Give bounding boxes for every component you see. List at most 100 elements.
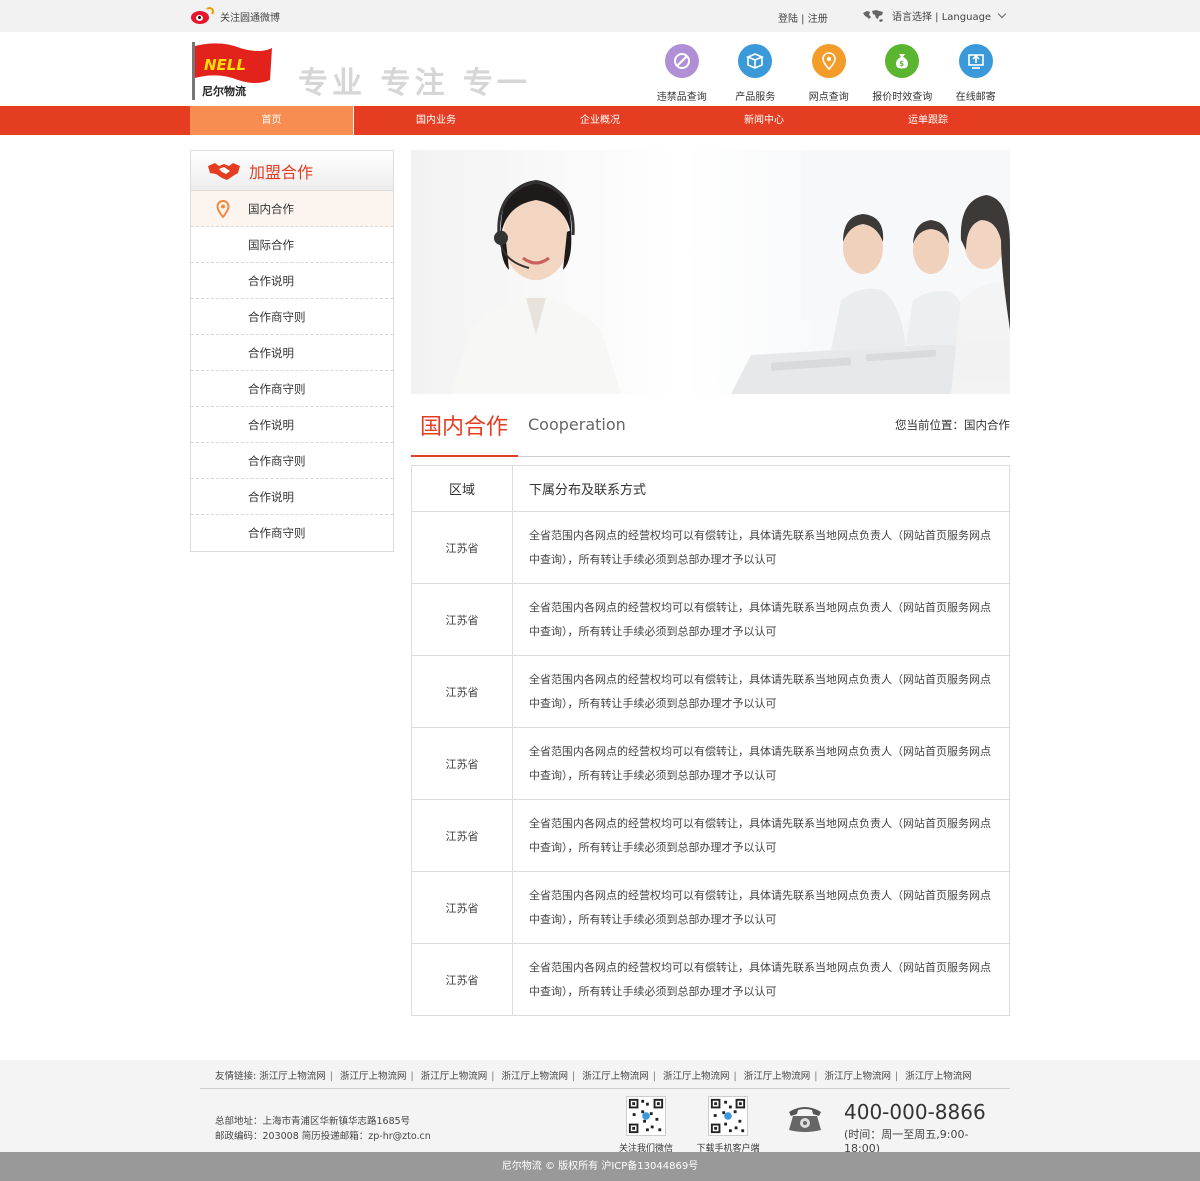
sidebar-item-label: 合作说明 [248, 417, 294, 432]
quick-link-online-mail[interactable]: 在线邮寄 [939, 44, 1013, 103]
table-header-row: 区域 下属分布及联系方式 [411, 465, 1010, 512]
friend-link[interactable]: 浙江厅上物流网 [582, 1071, 649, 1082]
sidebar-item-notes[interactable]: 合作说明 [191, 407, 393, 443]
friend-link[interactable]: 浙江厅上物流网 [744, 1071, 811, 1082]
sidebar-item-label: 合作商守则 [248, 526, 306, 540]
table-cell-desc: 全省范围内各网点的经营权均可以有偿转让，具体请先联系当地网点负责人（网站首页服务… [512, 583, 1010, 656]
table-cell-region: 江苏省 [411, 583, 513, 656]
friend-link[interactable]: 浙江厅上物流网 [421, 1071, 488, 1082]
sidebar-item-label: 国际合作 [248, 237, 294, 252]
sidebar-title: 加盟合作 [249, 162, 314, 182]
table-cell-region: 江苏省 [411, 799, 513, 872]
quick-link-prohibited[interactable]: 违禁品查询 [645, 44, 719, 103]
table-cell-desc: 全省范围内各网点的经营权均可以有偿转让，具体请先联系当地网点负责人（网站首页服务… [512, 655, 1010, 728]
table-row: 江苏省 全省范围内各网点的经营权均可以有偿转让，具体请先联系当地网点负责人（网站… [411, 799, 1010, 872]
prohibited-icon [673, 53, 690, 69]
table-cell-desc: 全省范围内各网点的经营权均可以有偿转让，具体请先联系当地网点负责人（网站首页服务… [512, 511, 1010, 584]
table-cell-region: 江苏省 [411, 943, 513, 1016]
nav-tab-domestic[interactable]: 国内业务 [354, 106, 518, 135]
login-register-link[interactable]: 登陆 | 注册 [778, 10, 828, 25]
sidebar-item-rules[interactable]: 合作商守则 [191, 299, 393, 335]
quick-link-circle [811, 44, 846, 78]
sidebar-item-label: 合作商守则 [248, 453, 306, 468]
quick-link-quote[interactable]: $ 报价时效查询 [866, 44, 940, 103]
friend-link[interactable]: 浙江厅上物流网 [824, 1071, 891, 1082]
nell-logo[interactable]: NELL 尼尔物流 [190, 40, 274, 102]
table-row: 江苏省 全省范围内各网点的经营权均可以有偿转让，具体请先联系当地网点负责人（网站… [411, 511, 1010, 584]
weibo-follow-link[interactable]: 关注圆通微博 [190, 7, 280, 25]
table-cell-desc: 全省范围内各网点的经营权均可以有偿转让，具体请先联系当地网点负责人（网站首页服务… [512, 799, 1010, 872]
nav-tab-home[interactable]: 首页 [190, 106, 354, 135]
quick-link-circle [738, 44, 773, 78]
title-underline [411, 455, 518, 457]
section-title-en: Cooperation [528, 415, 626, 434]
top-bar: 关注圆通微博 登陆 | 注册 语言选择 | Language [0, 0, 1200, 32]
logo-text: NELL [204, 56, 246, 74]
language-selector[interactable]: 语言选择 | Language [862, 8, 1007, 23]
logo-subtext: 尼尔物流 [202, 84, 246, 98]
main-content: 加盟合作 国内合作 国际合作 合作说明 合作商守则 合作说明 合作商守则 合作说… [190, 150, 1010, 1016]
box-icon [746, 53, 765, 69]
table-header-contact: 下属分布及联系方式 [512, 465, 1010, 512]
table-cell-desc: 全省范围内各网点的经营权均可以有偿转让，具体请先联系当地网点负责人（网站首页服务… [512, 871, 1010, 944]
friend-link[interactable]: 浙江厅上物流网 [663, 1071, 730, 1082]
quick-link-branches[interactable]: 网点查询 [792, 44, 866, 103]
quick-link-label: 网点查询 [808, 92, 849, 103]
table-row: 江苏省 全省范围内各网点的经营权均可以有偿转让，具体请先联系当地网点负责人（网站… [411, 655, 1010, 728]
friend-link[interactable]: 浙江厅上物流网 [905, 1071, 972, 1082]
sidebar-item-notes[interactable]: 合作说明 [191, 263, 393, 299]
nav-tab-tracking[interactable]: 运单跟踪 [846, 106, 1010, 135]
quick-link-label: 违禁品查询 [656, 92, 707, 103]
footer-address-block: 总部地址：上海市青浦区华新镇华志路1685号 邮政编码：203008 简历投递邮… [215, 1114, 431, 1144]
table-cell-region: 江苏省 [411, 871, 513, 944]
sidebar-item-rules[interactable]: 合作商守则 [191, 515, 393, 551]
section-title: 国内合作 [420, 415, 509, 440]
friend-link[interactable]: 浙江厅上物流网 [259, 1071, 326, 1082]
sidebar-item-domestic[interactable]: 国内合作 [191, 191, 393, 227]
table-row: 江苏省 全省范围内各网点的经营权均可以有偿转让，具体请先联系当地网点负责人（网站… [411, 943, 1010, 1016]
sidebar-item-international[interactable]: 国际合作 [191, 227, 393, 263]
chevron-down-icon [997, 9, 1007, 19]
table-row: 江苏省 全省范围内各网点的经营权均可以有偿转让，具体请先联系当地网点负责人（网站… [411, 583, 1010, 656]
sidebar-item-rules[interactable]: 合作商守则 [191, 443, 393, 479]
sidebar-item-label: 合作说明 [248, 489, 294, 504]
friend-links-label: 友情链接: [215, 1071, 257, 1082]
nav-tab-company[interactable]: 企业概况 [518, 106, 682, 135]
weibo-follow-label: 关注圆通微博 [220, 12, 280, 24]
quick-link-circle [664, 44, 699, 78]
qr-code-icon [626, 1096, 666, 1136]
qr-wechat[interactable]: 关注我们微信 [619, 1096, 673, 1154]
sidebar-header: 加盟合作 [191, 151, 393, 191]
sidebar-item-label: 合作说明 [248, 273, 294, 288]
slogan: 专业 专注 专一 [298, 66, 531, 101]
copyright-bar: 尼尔物流 © 版权所有 沪ICP备13044869号 [0, 1152, 1200, 1181]
quick-link-products[interactable]: 产品服务 [719, 44, 793, 103]
qr-app-download[interactable]: 下载手机客户端 [696, 1096, 760, 1154]
sidebar: 加盟合作 国内合作 国际合作 合作说明 合作商守则 合作说明 合作商守则 合作说… [190, 150, 394, 552]
location-pin-icon [216, 200, 230, 218]
location-pin-icon [821, 52, 836, 71]
nav-tab-news[interactable]: 新闻中心 [682, 106, 846, 135]
table-cell-desc: 全省范围内各网点的经营权均可以有偿转让，具体请先联系当地网点负责人（网站首页服务… [512, 727, 1010, 800]
service-hours: (时间：周一至周五,9:00-18:00) [844, 1128, 969, 1155]
quick-link-label: 在线邮寄 [955, 92, 996, 103]
table-header-region: 区域 [411, 465, 513, 512]
quick-link-label: 报价时效查询 [872, 92, 933, 103]
table-cell-region: 江苏省 [411, 727, 513, 800]
table-cell-region: 江苏省 [411, 655, 513, 728]
sidebar-item-notes[interactable]: 合作说明 [191, 335, 393, 371]
upload-monitor-icon [967, 54, 984, 69]
table-cell-desc: 全省范围内各网点的经营权均可以有偿转让，具体请先联系当地网点负责人（网站首页服务… [512, 943, 1010, 1016]
quick-link-label: 产品服务 [735, 92, 776, 103]
sidebar-item-label: 合作商守则 [248, 381, 306, 396]
friend-link[interactable]: 浙江厅上物流网 [340, 1071, 407, 1082]
sidebar-item-label: 合作说明 [248, 345, 294, 360]
sidebar-item-notes[interactable]: 合作说明 [191, 479, 393, 515]
handshake-icon [208, 162, 240, 180]
qr-code-icon [708, 1096, 748, 1136]
money-bag-icon: $ [896, 54, 909, 69]
sidebar-item-rules[interactable]: 合作商守则 [191, 371, 393, 407]
weibo-icon [190, 7, 214, 25]
table-cell-region: 江苏省 [411, 511, 513, 584]
friend-link[interactable]: 浙江厅上物流网 [501, 1071, 568, 1082]
